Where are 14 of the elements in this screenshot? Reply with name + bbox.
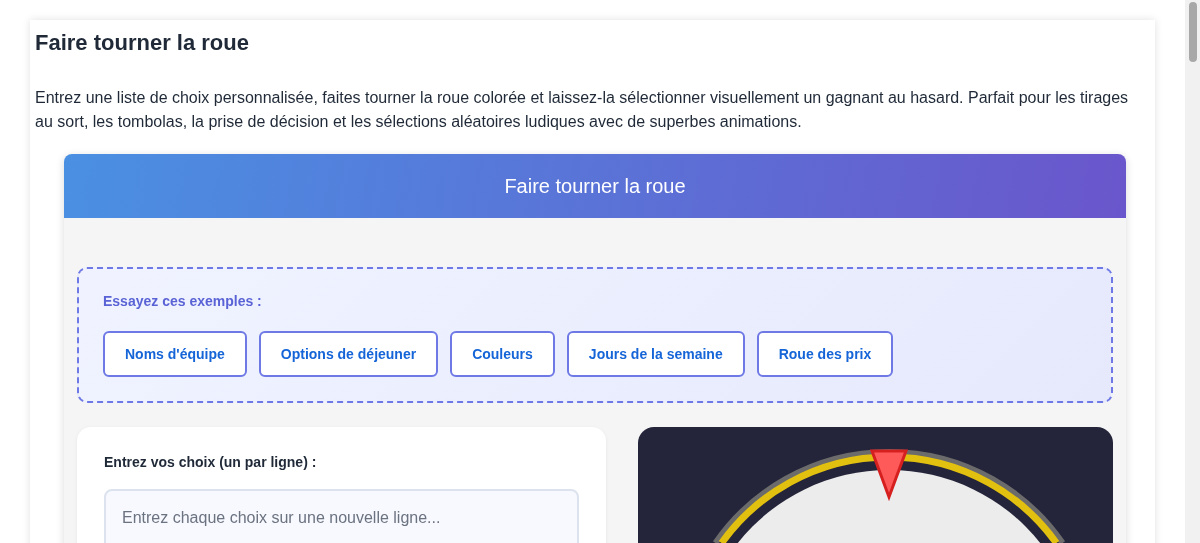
examples-label: Essayez ces exemples : <box>103 293 263 309</box>
scrollbar-thumb[interactable] <box>1188 2 1197 62</box>
choices-input[interactable]: Entrez chaque choix sur une nouvelle ligne... <box>104 489 579 543</box>
tool-header: Faire tourner la roue <box>64 154 1126 218</box>
page-title: Faire tourner la roue <box>35 30 250 56</box>
example-button[interactable]: Couleurs <box>450 331 555 377</box>
choices-label: Entrez vos choix (un par ligne) : <box>104 454 318 470</box>
page-description: Entrez une liste de choix personnalisée, faites tourner la roue colorée et laissez-la sélectionner visuellement un gagnant au hasard. Parfait pour les tirages au sort, les tombolas, la prise de décision et les sélections aléatoires ludiques avec de superbes animations. <box>35 88 1130 132</box>
example-button[interactable]: Options de déjeuner <box>258 331 439 377</box>
scrollbar[interactable] <box>1185 0 1200 543</box>
example-button[interactable]: Noms d'équipe <box>103 331 247 377</box>
example-button[interactable]: Roue des prix <box>756 331 894 377</box>
pointer-icon <box>869 449 909 502</box>
example-button[interactable]: Jours de la semaine <box>566 331 745 377</box>
